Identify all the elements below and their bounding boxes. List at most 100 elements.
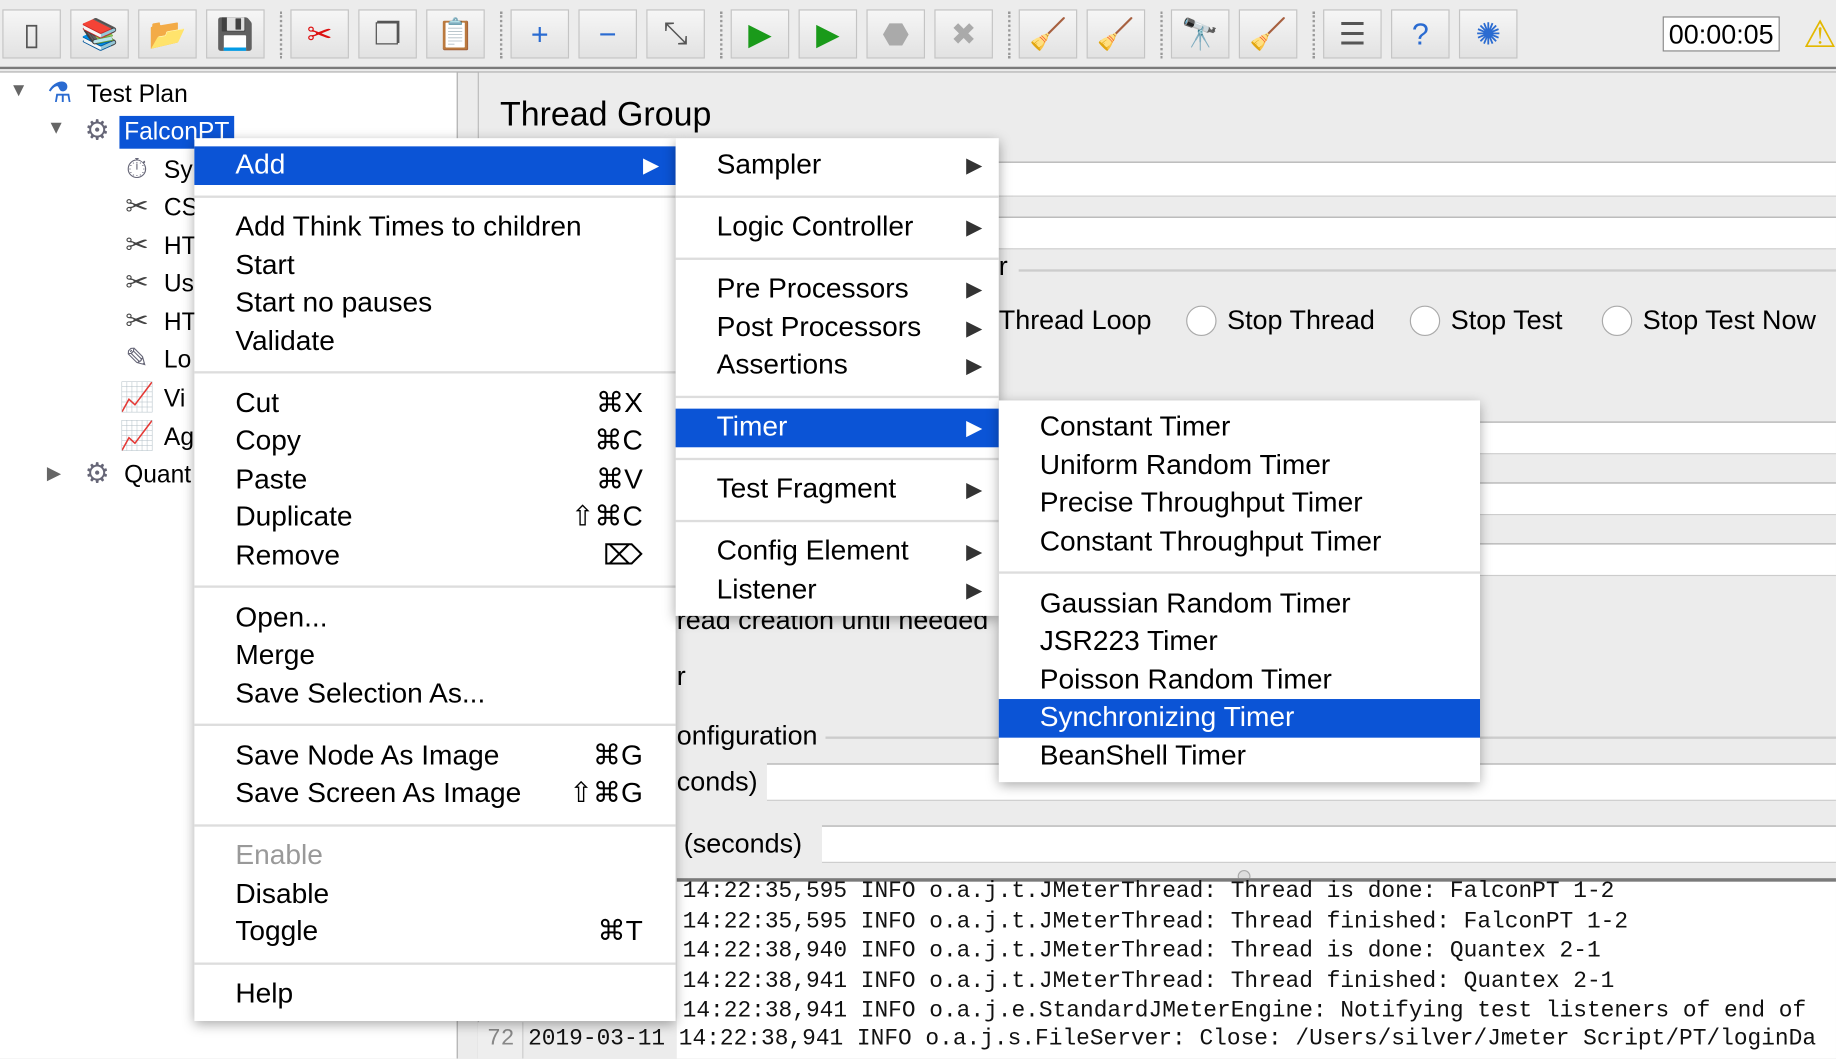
radio-label-stop-test-now[interactable]: Stop Test Now (1643, 304, 1816, 336)
expand-toggle-icon[interactable]: ▼ (9, 81, 28, 102)
help-button[interactable]: ? (1391, 9, 1450, 59)
clear-icon: 🧹 (1029, 15, 1067, 51)
menu-item-label: Listener (716, 573, 817, 605)
copy-button[interactable]: ❐ (358, 9, 417, 59)
shutdown-icon: ✖ (950, 15, 977, 51)
menu-item-enable[interactable]: Enable (194, 837, 675, 875)
copy-icon: ❐ (373, 15, 402, 51)
radio-stop-test[interactable] (1409, 305, 1441, 337)
menu-item-merge[interactable]: Merge (194, 637, 675, 675)
menu-item-start-no-pauses[interactable]: Start no pauses (194, 285, 675, 323)
tree-node[interactable]: ▼ ⚗ Test Plan (0, 76, 457, 113)
scheduler-label[interactable]: r (677, 660, 686, 692)
timer-submenu: Constant Timer Uniform Random Timer Precis… (998, 400, 1481, 783)
menu-item-save-selection-as[interactable]: Save Selection As... (194, 675, 675, 713)
submenu-item-uniform-random-timer[interactable]: Uniform Random Timer (999, 447, 1480, 485)
config-icon: ✂ (125, 229, 149, 262)
start-no-pauses-button[interactable]: ▶ (798, 9, 858, 59)
submenu-item-beanshell-timer[interactable]: BeanShell Timer (999, 737, 1480, 775)
open-button[interactable]: 📂 (138, 9, 197, 59)
shortcut-label: ⌘T (597, 915, 643, 948)
menu-item-add[interactable]: Add ▶ (194, 146, 676, 185)
startup-delay-input[interactable] (821, 825, 1836, 863)
expand-toggle-icon[interactable]: ▼ (47, 118, 66, 139)
submenu-item-logic-controller[interactable]: Logic Controller ▶ (676, 208, 999, 246)
loop-input[interactable] (1480, 543, 1836, 577)
radio-stop-thread[interactable] (1186, 305, 1217, 337)
remote-button[interactable]: ✺ (1458, 9, 1518, 59)
function-helper-button[interactable]: ☰ (1323, 9, 1382, 59)
radio-label-thread-loop[interactable]: Thread Loop (999, 304, 1152, 336)
submenu-item-config-element[interactable]: Config Element ▶ (676, 533, 999, 571)
menu-item-cut[interactable]: Cut ⌘X (194, 385, 675, 423)
threads-input[interactable] (1480, 421, 1836, 455)
menu-item-copy[interactable]: Copy ⌘C (194, 423, 675, 461)
menu-item-label: Post Processors (716, 310, 922, 343)
menu-item-add-think-times-to-children[interactable]: Add Think Times to children (194, 208, 675, 246)
menu-item-remove[interactable]: Remove ⌦ (194, 537, 675, 575)
menu-item-label: Assertions (716, 348, 848, 381)
thread-group-icon: ⚙ (84, 457, 110, 490)
toolbar-separator (499, 11, 503, 59)
submenu-item-listener[interactable]: Listener ▶ (676, 571, 999, 609)
submenu-item-post-processors[interactable]: Post Processors ▶ (676, 309, 999, 347)
submenu-item-jsr223-timer[interactable]: JSR223 Timer (999, 623, 1480, 661)
search-button[interactable]: 🔭 (1170, 9, 1230, 59)
menu-item-save-node-as-image[interactable]: Save Node As Image ⌘G (194, 737, 675, 775)
menu-item-duplicate[interactable]: Duplicate ⇧⌘C (194, 499, 675, 537)
menu-item-open[interactable]: Open... (194, 599, 675, 637)
name-input[interactable] (995, 161, 1836, 197)
expand-button[interactable]: + (510, 9, 570, 59)
menu-item-validate[interactable]: Validate (194, 323, 675, 361)
submenu-item-gaussian-random-timer[interactable]: Gaussian Random Timer (999, 585, 1480, 623)
toggle-button[interactable]: ⤡ (646, 9, 705, 59)
radio-label-stop-test[interactable]: Stop Test (1451, 304, 1563, 336)
tree-node-label: Sy (163, 156, 193, 184)
menu-item-label: Add (235, 148, 286, 181)
shortcut-label: ⇧⌘C (570, 501, 643, 533)
shutdown-button[interactable]: ✖ (934, 9, 993, 59)
radio-stop-test-now[interactable] (1601, 305, 1633, 337)
comments-input[interactable] (995, 216, 1836, 250)
menu-item-label: JSR223 Timer (1039, 625, 1218, 657)
collapse-toggle-icon[interactable]: ▶ (47, 461, 61, 484)
templates-button[interactable]: 📚 (70, 9, 129, 59)
submenu-item-constant-timer[interactable]: Constant Timer (999, 409, 1480, 447)
timer-icon: ⏱ (126, 153, 148, 186)
save-button[interactable]: 💾 (206, 9, 265, 59)
warning-icon[interactable]: ⚠ (1803, 12, 1836, 56)
new-button[interactable]: ▯ (2, 9, 61, 59)
rampup-input[interactable] (1480, 482, 1836, 516)
radio-label-stop-thread[interactable]: Stop Thread (1227, 304, 1375, 336)
clear-all-button[interactable]: 🧹 (1086, 9, 1146, 59)
menu-item-paste[interactable]: Paste ⌘V (194, 461, 675, 499)
submenu-item-constant-throughput-timer[interactable]: Constant Throughput Timer (999, 523, 1480, 561)
submenu-item-assertions[interactable]: Assertions ▶ (676, 347, 999, 385)
duration-label: conds) (676, 765, 758, 797)
clear-button[interactable]: 🧹 (1018, 9, 1078, 59)
menu-item-save-screen-as-image[interactable]: Save Screen As Image ⇧⌘G (194, 775, 675, 813)
submenu-item-sampler[interactable]: Sampler ▶ (676, 146, 999, 184)
stop-icon: ⬣ (882, 15, 910, 51)
submenu-item-pre-processors[interactable]: Pre Processors ▶ (676, 270, 999, 308)
menu-item-label: Sampler (716, 148, 822, 181)
menu-item-help[interactable]: Help (194, 975, 675, 1013)
menu-item-start[interactable]: Start (194, 246, 675, 284)
submenu-item-poisson-random-timer[interactable]: Poisson Random Timer (999, 661, 1480, 699)
shortcut-label: ⌘V (595, 463, 643, 495)
cut-button[interactable]: ✂ (290, 9, 349, 59)
menu-item-label: Config Element (716, 535, 909, 567)
start-button[interactable]: ▶ (730, 9, 790, 59)
paste-button[interactable]: 📋 (426, 9, 485, 59)
submenu-item-synchronizing-timer[interactable]: Synchronizing Timer (998, 699, 1481, 738)
menu-separator (675, 385, 999, 409)
submenu-item-timer[interactable]: Timer ▶ (675, 408, 999, 447)
menu-item-toggle[interactable]: Toggle ⌘T (194, 913, 675, 951)
stop-button[interactable]: ⬣ (866, 9, 926, 59)
submenu-item-precise-throughput-timer[interactable]: Precise Throughput Timer (999, 485, 1480, 523)
submenu-item-test-fragment[interactable]: Test Fragment ▶ (676, 471, 999, 509)
reset-search-button[interactable]: 🧹 (1238, 9, 1298, 59)
menu-item-disable[interactable]: Disable (194, 875, 675, 913)
log-line: 14:22:38,941 INFO o.a.j.t.JMeterThread: … (682, 968, 1615, 994)
collapse-button[interactable]: − (578, 9, 637, 59)
